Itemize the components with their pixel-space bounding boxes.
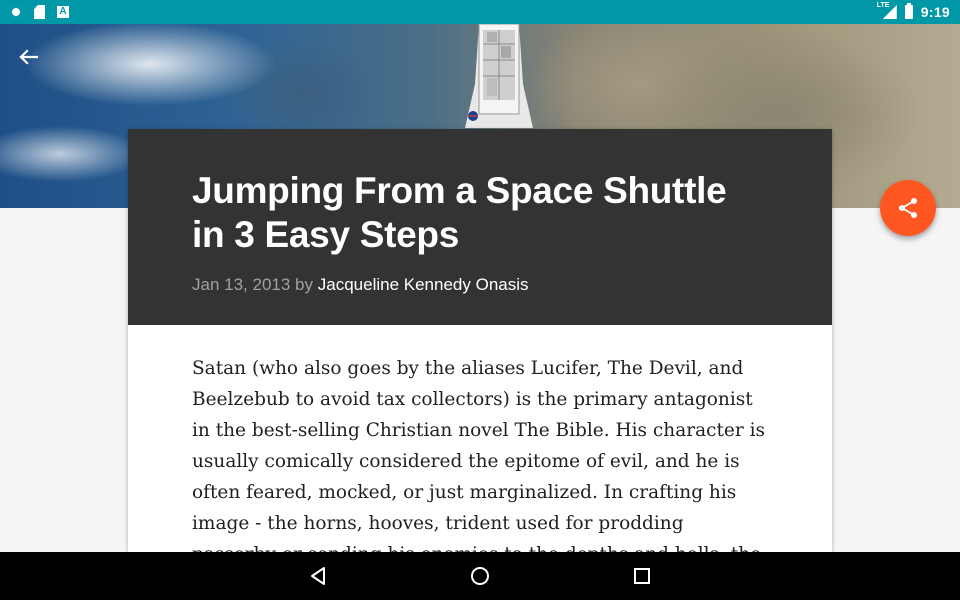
status-bar: A LTE 9:19: [0, 0, 960, 24]
status-system: LTE 9:19: [877, 2, 950, 21]
back-triangle-icon: [311, 567, 325, 585]
home-circle-icon: [471, 567, 489, 585]
share-button[interactable]: [880, 180, 936, 236]
space-shuttle-image: [465, 24, 533, 128]
article-body: Satan (who also goes by the aliases Luci…: [192, 358, 765, 553]
arrow-back-icon: [19, 49, 38, 65]
nav-home-button[interactable]: [468, 564, 492, 588]
share-icon: [899, 198, 917, 218]
article-title: Jumping From a Space Shuttle in 3 Easy S…: [192, 170, 727, 255]
sd-card-icon: [34, 5, 45, 19]
status-clock: 9:19: [920, 4, 950, 20]
a-icon: A: [57, 6, 69, 18]
lte-signal-icon: LTE: [877, 2, 897, 19]
back-button[interactable]: [12, 44, 44, 70]
article-card: Jumping From a Space Shuttle in 3 Easy S…: [128, 129, 832, 553]
article-byline: Jan 13, 2013 by Jacqueline Kennedy Onasi…: [192, 275, 768, 295]
battery-icon: [904, 3, 913, 19]
navigation-bar: [0, 552, 960, 600]
nav-recents-button[interactable]: [630, 564, 654, 588]
recents-square-icon: [634, 568, 650, 584]
byline-by: by: [295, 275, 314, 294]
gear-icon: [10, 6, 22, 18]
article-date: Jan 13, 2013: [192, 275, 291, 294]
nav-back-button[interactable]: [306, 564, 330, 588]
article-author[interactable]: Jacqueline Kennedy Onasis: [318, 275, 529, 294]
status-notifications: A: [10, 4, 69, 20]
article-header: Jumping From a Space Shuttle in 3 Easy S…: [128, 129, 832, 325]
